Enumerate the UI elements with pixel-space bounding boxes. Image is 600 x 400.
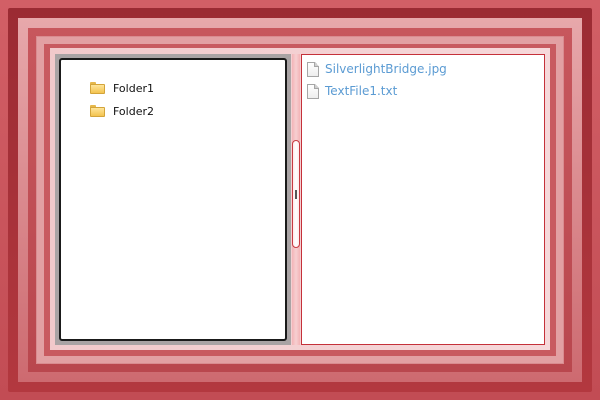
folder-icon (90, 105, 105, 117)
folder-icon (90, 82, 105, 94)
tree-item-label: Folder2 (113, 104, 154, 118)
file-item-label: TextFile1.txt (325, 84, 398, 98)
folder-tree: Folder1 Folder2 (59, 58, 287, 341)
file-item-textfile1[interactable]: TextFile1.txt (307, 82, 397, 100)
file-icon (307, 61, 319, 77)
tree-item-folder2[interactable]: Folder2 (90, 103, 154, 119)
tree-item-folder1[interactable]: Folder1 (90, 80, 154, 96)
folder-tree-pane: Folder1 Folder2 (55, 54, 291, 345)
file-item-label: SilverlightBridge.jpg (325, 62, 447, 76)
file-icon (307, 83, 319, 99)
tree-item-label: Folder1 (113, 81, 154, 95)
grip-icon (295, 190, 297, 199)
file-item-silverlightbridge[interactable]: SilverlightBridge.jpg (307, 60, 447, 78)
file-list-pane: SilverlightBridge.jpg TextFile1.txt (301, 54, 545, 345)
